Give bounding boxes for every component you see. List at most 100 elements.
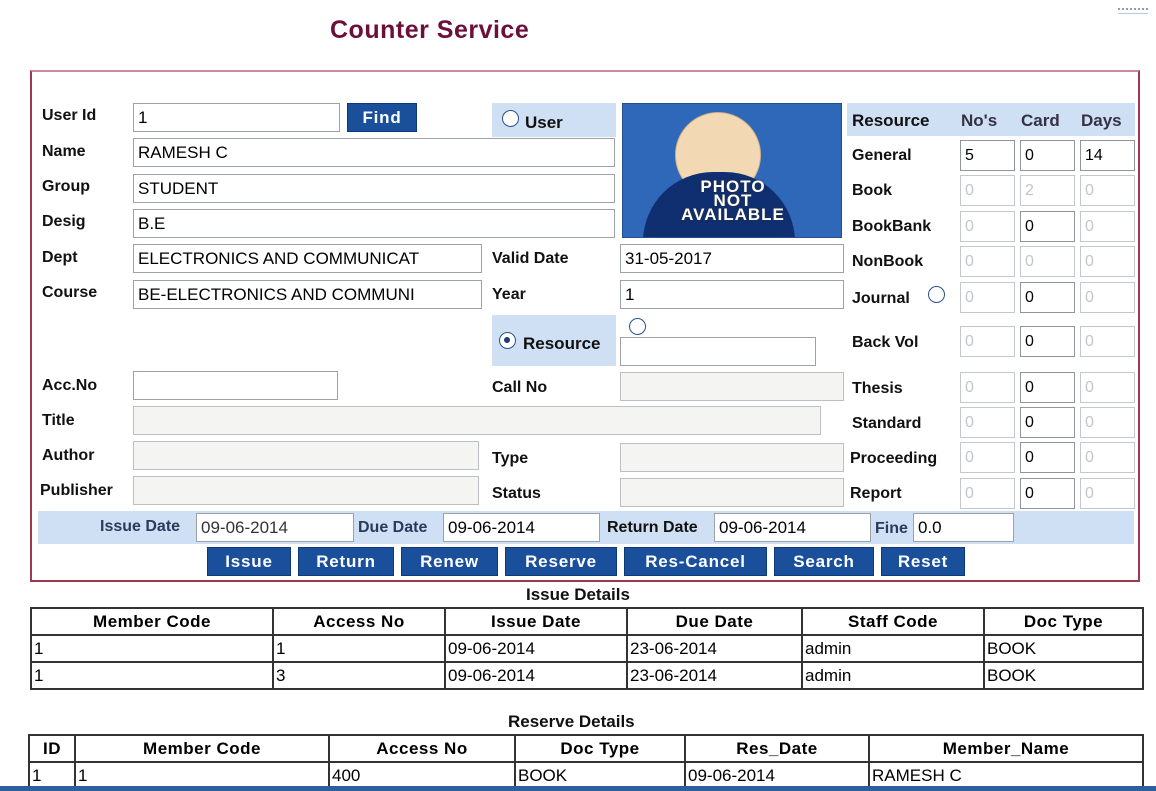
standard-nos-field[interactable]: 0 xyxy=(960,407,1015,438)
col-access-no[interactable]: Access No xyxy=(328,734,516,763)
general-card-field[interactable]: 0 xyxy=(1020,140,1075,171)
user-id-label: User Id xyxy=(42,107,97,124)
cell-member-name: RAMESH C xyxy=(868,761,1144,790)
proceeding-days-field[interactable]: 0 xyxy=(1080,442,1135,473)
fine-input[interactable]: 0.0 xyxy=(913,513,1014,542)
dept-field[interactable]: ELECTRONICS AND COMMUNICAT xyxy=(133,244,482,273)
thesis-days-field[interactable]: 0 xyxy=(1080,372,1135,403)
resource-radio-label[interactable]: Resource xyxy=(523,334,600,354)
col-id[interactable]: ID xyxy=(28,734,76,763)
call-no-label: Call No xyxy=(492,379,548,396)
res-cancel-button[interactable]: Res-Cancel xyxy=(624,547,767,576)
publisher-field[interactable] xyxy=(133,476,479,505)
resource-row-report: Report xyxy=(850,485,902,502)
col-member-code[interactable]: Member Code xyxy=(30,607,274,636)
journal-nos-field[interactable]: 0 xyxy=(960,282,1015,313)
backvol-days-field[interactable]: 0 xyxy=(1080,326,1135,357)
user-radio[interactable] xyxy=(502,110,519,128)
name-field[interactable]: RAMESH C xyxy=(133,138,615,167)
title-field[interactable] xyxy=(133,406,821,435)
journal-radio[interactable] xyxy=(928,286,945,304)
cell-member-code: 1 xyxy=(30,661,274,690)
col-due-date[interactable]: Due Date xyxy=(626,607,803,636)
resource-row-nonbook: NonBook xyxy=(852,253,924,270)
backvol-nos-field[interactable]: 0 xyxy=(960,326,1015,357)
thesis-nos-field[interactable]: 0 xyxy=(960,372,1015,403)
user-radio-label[interactable]: User xyxy=(525,113,563,133)
year-field[interactable]: 1 xyxy=(620,280,844,309)
resource-search-input[interactable] xyxy=(620,337,816,366)
acc-no-input[interactable] xyxy=(133,371,338,400)
issue-date-input[interactable]: 09-06-2014 xyxy=(196,513,354,542)
book-days-field[interactable]: 0 xyxy=(1080,175,1135,206)
bottom-rule xyxy=(0,786,1156,791)
desig-field[interactable]: B.E xyxy=(133,209,615,238)
col-staff-code[interactable]: Staff Code xyxy=(801,607,985,636)
col-member-code[interactable]: Member Code xyxy=(74,734,330,763)
valid-date-field[interactable]: 31-05-2017 xyxy=(620,244,844,273)
nonbook-card-field[interactable]: 0 xyxy=(1020,246,1075,277)
resource-row-book: Book xyxy=(852,182,892,199)
year-label: Year xyxy=(492,286,526,303)
proceeding-nos-field[interactable]: 0 xyxy=(960,442,1015,473)
group-field[interactable]: STUDENT xyxy=(133,174,615,203)
resource-radio-circle[interactable] xyxy=(499,332,516,350)
days-header: Days xyxy=(1081,111,1122,130)
bookbank-card-field[interactable]: 0 xyxy=(1020,211,1075,242)
find-button[interactable]: Find xyxy=(347,103,417,132)
col-access-no[interactable]: Access No xyxy=(272,607,446,636)
cell-access-no: 400 xyxy=(328,761,516,790)
col-doc-type[interactable]: Doc Type xyxy=(514,734,686,763)
resource-radio[interactable] xyxy=(499,332,516,350)
course-field[interactable]: BE-ELECTRONICS AND COMMUNI xyxy=(133,280,482,309)
cell-doc-type: BOOK xyxy=(983,634,1144,663)
journal-radio-circle[interactable] xyxy=(928,286,945,304)
general-days-field[interactable]: 14 xyxy=(1080,140,1135,171)
status-field[interactable] xyxy=(620,478,844,507)
author-field[interactable] xyxy=(133,441,479,470)
standard-days-field[interactable]: 0 xyxy=(1080,407,1135,438)
cell-due-date: 23-06-2014 xyxy=(626,661,803,690)
user-radio-circle[interactable] xyxy=(502,110,519,128)
journal-days-field[interactable]: 0 xyxy=(1080,282,1135,313)
book-card-field[interactable]: 2 xyxy=(1020,175,1075,206)
standard-card-field[interactable]: 0 xyxy=(1020,407,1075,438)
return-date-input[interactable]: 09-06-2014 xyxy=(714,513,871,542)
backvol-card-field[interactable]: 0 xyxy=(1020,326,1075,357)
user-id-input[interactable]: 1 xyxy=(133,103,340,132)
issue-button[interactable]: Issue xyxy=(207,547,291,576)
cell-res-date: 09-06-2014 xyxy=(684,761,870,790)
col-member-name[interactable]: Member_Name xyxy=(868,734,1144,763)
thesis-card-field[interactable]: 0 xyxy=(1020,372,1075,403)
table-row[interactable]: 1 1 09-06-2014 23-06-2014 admin BOOK xyxy=(30,634,1144,663)
table-row[interactable]: 1 1 400 BOOK 09-06-2014 RAMESH C xyxy=(28,761,1144,790)
resource-option-radio[interactable] xyxy=(629,318,646,336)
renew-button[interactable]: Renew xyxy=(401,547,498,576)
book-nos-field[interactable]: 0 xyxy=(960,175,1015,206)
call-no-field[interactable] xyxy=(620,372,844,401)
report-card-field[interactable]: 0 xyxy=(1020,478,1075,509)
reserve-button[interactable]: Reserve xyxy=(505,547,617,576)
table-row[interactable]: 1 3 09-06-2014 23-06-2014 admin BOOK xyxy=(30,661,1144,690)
journal-card-field[interactable]: 0 xyxy=(1020,282,1075,313)
return-date-label: Return Date xyxy=(607,519,698,536)
bookbank-days-field[interactable]: 0 xyxy=(1080,211,1135,242)
general-nos-field[interactable]: 5 xyxy=(960,140,1015,171)
report-days-field[interactable]: 0 xyxy=(1080,478,1135,509)
nonbook-days-field[interactable]: 0 xyxy=(1080,246,1135,277)
nonbook-nos-field[interactable]: 0 xyxy=(960,246,1015,277)
due-date-input[interactable]: 09-06-2014 xyxy=(443,513,600,542)
report-nos-field[interactable]: 0 xyxy=(960,478,1015,509)
cell-member-code: 1 xyxy=(74,761,330,790)
resource-option-radio-circle[interactable] xyxy=(629,318,646,336)
col-doc-type[interactable]: Doc Type xyxy=(983,607,1144,636)
col-res-date[interactable]: Res_Date xyxy=(684,734,870,763)
issue-header-row: Member Code Access No Issue Date Due Dat… xyxy=(30,607,1144,636)
bookbank-nos-field[interactable]: 0 xyxy=(960,211,1015,242)
search-button[interactable]: Search xyxy=(774,547,874,576)
return-button[interactable]: Return xyxy=(298,547,394,576)
reset-button[interactable]: Reset xyxy=(881,547,965,576)
col-issue-date[interactable]: Issue Date xyxy=(444,607,628,636)
type-field[interactable] xyxy=(620,443,844,472)
proceeding-card-field[interactable]: 0 xyxy=(1020,442,1075,473)
